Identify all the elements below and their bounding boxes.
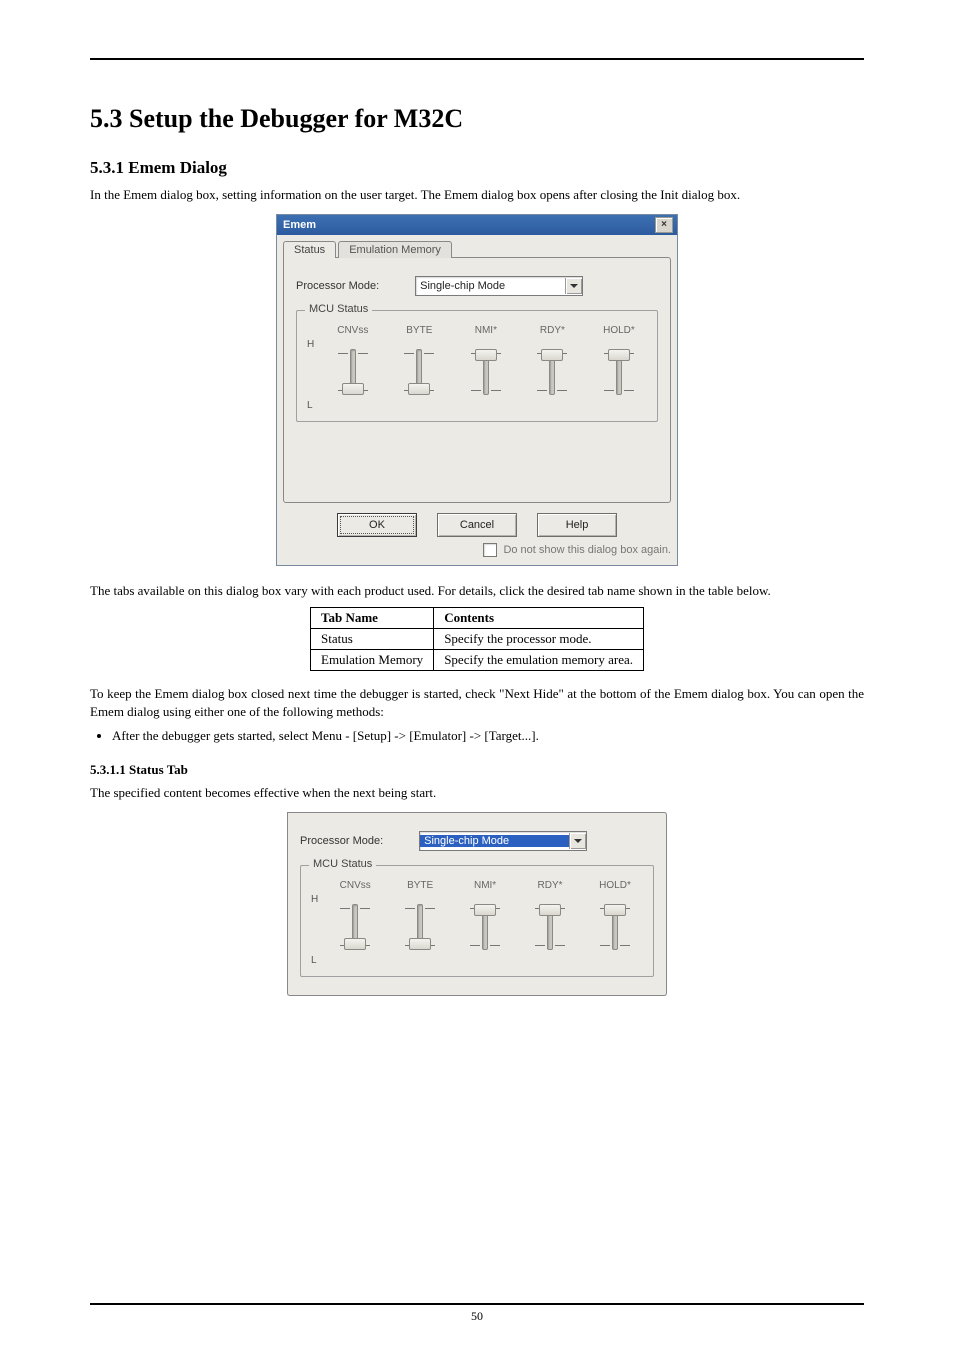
td: Specify the processor mode. (434, 629, 644, 650)
do-not-show-checkbox[interactable] (483, 543, 497, 557)
chevron-down-icon[interactable] (569, 833, 586, 849)
dialog-titlebar: Emem × (277, 215, 677, 235)
th-tab-name: Tab Name (311, 608, 434, 629)
table-row: Status Specify the processor mode. (311, 629, 644, 650)
processor-mode-select-2[interactable]: Single-chip Mode (419, 831, 587, 851)
mcu-col-byte-2: BYTE (392, 880, 448, 954)
th-contents: Contents (434, 608, 644, 629)
dialog-buttons: OK Cancel Help (283, 513, 671, 537)
mcu-side-l-2: L (311, 955, 318, 966)
mcu-side-l: L (307, 400, 314, 411)
mcu-side-h: H (307, 339, 314, 350)
tab-emulation-memory[interactable]: Emulation Memory (338, 241, 452, 258)
mcu-slider-hold-2[interactable] (602, 900, 628, 954)
mcu-hdr-hold: HOLD* (603, 325, 635, 339)
status-tab-panel-image: Processor Mode: Single-chip Mode MCU Sta… (287, 812, 667, 996)
bullet-item: After the debugger gets started, select … (112, 728, 864, 744)
status-tab-panel: Processor Mode: Single-chip Mode MCU Sta… (287, 812, 667, 996)
mcu-hdr-hold-2: HOLD* (599, 880, 631, 894)
td: Specify the emulation memory area. (434, 650, 644, 671)
mcu-hdr-byte: BYTE (406, 325, 432, 339)
subsection-title: 5.3.1 Emem Dialog (90, 158, 864, 178)
mcu-slider-byte-2[interactable] (407, 900, 433, 954)
dialog-title: Emem (283, 219, 316, 231)
mcu-slider-hold[interactable] (606, 345, 632, 399)
td: Status (311, 629, 434, 650)
mcu-side-letters-2: H L (311, 880, 318, 966)
mcu-col-byte: BYTE (391, 325, 447, 399)
mcu-status-label: MCU Status (305, 303, 372, 315)
mcu-slider-rdy-2[interactable] (537, 900, 563, 954)
mcu-col-nmi: NMI* (458, 325, 514, 399)
ok-button[interactable]: OK (337, 513, 417, 537)
tabs-paragraph: The tabs available on this dialog box va… (90, 582, 864, 600)
mcu-col-rdy: RDY* (524, 325, 580, 399)
mcu-hdr-nmi: NMI* (475, 325, 497, 339)
keep-paragraph: To keep the Emem dialog box closed next … (90, 685, 864, 720)
td: Emulation Memory (311, 650, 434, 671)
table-row: Emulation Memory Specify the emulation m… (311, 650, 644, 671)
mcu-col-rdy-2: RDY* (522, 880, 578, 954)
mcu-slider-cnvss[interactable] (340, 345, 366, 399)
mcu-hdr-byte-2: BYTE (407, 880, 433, 894)
page-footer: 50 (90, 1303, 864, 1324)
mcu-slider-cnvss-2[interactable] (342, 900, 368, 954)
mcu-col-nmi-2: NMI* (457, 880, 513, 954)
mcu-slider-nmi[interactable] (473, 345, 499, 399)
mcu-status-label-2: MCU Status (309, 858, 376, 870)
tab-status[interactable]: Status (283, 241, 336, 258)
do-not-show-label: Do not show this dialog box again. (503, 544, 671, 556)
tabs-table: Tab Name Contents Status Specify the pro… (310, 607, 644, 671)
mcu-hdr-nmi-2: NMI* (474, 880, 496, 894)
status-tab-heading: 5.3.1.1 Status Tab (90, 762, 864, 778)
tab-panel-status: Processor Mode: Single-chip Mode MCU Sta… (283, 257, 671, 503)
processor-mode-select[interactable]: Single-chip Mode (415, 276, 583, 296)
mcu-hdr-rdy: RDY* (540, 325, 565, 339)
intro-paragraph: In the Emem dialog box, setting informat… (90, 186, 864, 204)
mcu-col-cnvss: CNVss (325, 325, 381, 399)
mcu-status-group-2: MCU Status H L CNVss (300, 865, 654, 977)
mcu-slider-nmi-2[interactable] (472, 900, 498, 954)
mcu-status-group: MCU Status H L CNVss (296, 310, 658, 422)
top-rule (90, 58, 864, 60)
help-button[interactable]: Help (537, 513, 617, 537)
mcu-hdr-cnvss-2: CNVss (340, 880, 371, 894)
mcu-hdr-rdy-2: RDY* (538, 880, 563, 894)
cancel-button[interactable]: Cancel (437, 513, 517, 537)
processor-mode-label: Processor Mode: (296, 280, 379, 292)
dialog-tabs: Status Emulation Memory (283, 241, 671, 258)
mcu-hdr-cnvss: CNVss (337, 325, 368, 339)
page-number: 50 (90, 1309, 864, 1324)
close-icon[interactable]: × (655, 217, 673, 233)
processor-mode-value: Single-chip Mode (416, 280, 565, 292)
mcu-side-letters: H L (307, 325, 314, 411)
mcu-col-hold-2: HOLD* (587, 880, 643, 954)
status-tab-para: The specified content becomes effective … (90, 784, 864, 802)
emem-dialog: Emem × Status Emulation Memory Processor… (276, 214, 678, 566)
processor-mode-value-2: Single-chip Mode (420, 835, 569, 847)
mcu-col-hold: HOLD* (591, 325, 647, 399)
mcu-side-h-2: H (311, 894, 318, 905)
mcu-slider-byte[interactable] (406, 345, 432, 399)
processor-mode-label-2: Processor Mode: (300, 835, 383, 847)
section-title: 5.3 Setup the Debugger for M32C (90, 104, 864, 134)
mcu-slider-rdy[interactable] (539, 345, 565, 399)
chevron-down-icon[interactable] (565, 278, 582, 294)
mcu-col-cnvss-2: CNVss (327, 880, 383, 954)
